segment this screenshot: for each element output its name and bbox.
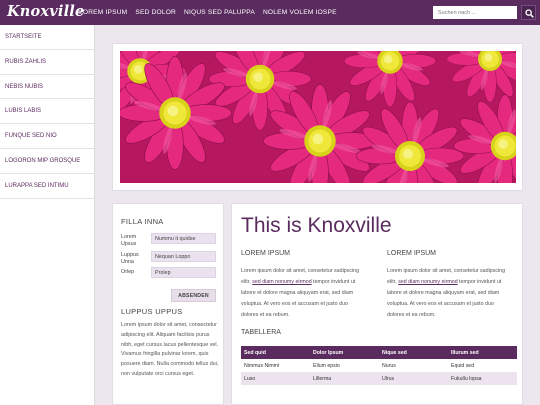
table-cell: Nimmus Nimmi — [241, 359, 310, 372]
filter-panel: FILLA INNA Lorem Upsus Luppus Unna Orlep… — [112, 203, 224, 405]
sidebar-item-funque-sed-nio[interactable]: FUNQUE SED NIO — [0, 124, 94, 149]
sidebar-item-startseite[interactable]: STARTSEITE — [0, 25, 94, 50]
submit-button[interactable]: ABSENDEN — [171, 289, 216, 302]
sidebar-item-lurappa-sed-intimu[interactable]: LURAPPA SED INTIMU — [0, 174, 94, 199]
hero-image — [120, 51, 516, 183]
table-cell: Ulrus — [379, 372, 448, 385]
column-text: Lorem ipsum dolor sit amet, consetetur s… — [387, 268, 506, 318]
field-label: Orlep — [121, 269, 135, 275]
text-link[interactable]: sed diam nonumy eirmod — [398, 279, 457, 285]
field-label: Luppus Unna — [121, 252, 139, 265]
orlep-field[interactable] — [151, 267, 216, 278]
hero-frame — [112, 43, 523, 191]
sidebar-item-logoron-mip-grosque[interactable]: LOGORON MIP GROSQUE — [0, 149, 94, 174]
field-label: Lorem Upsus — [121, 234, 137, 247]
main-nav: LOREM IPSUM SED DOLOR NIQUS SED PALUPPA … — [75, 0, 341, 25]
table-header: Nique sed — [379, 346, 448, 359]
section-text: Lorem ipsum dolor sit amet, consectetur … — [121, 322, 219, 377]
data-table: Sed quid Dolor Ipsum Nique sed Illurum s… — [241, 346, 517, 385]
table-row: Nimmus Nimmi Ellum epsio Nurus Equid sed — [241, 359, 517, 372]
column-heading: LOREM IPSUM — [387, 250, 437, 257]
text-link[interactable]: sed diam nonumy eirmod — [252, 279, 311, 285]
search-button[interactable] — [521, 5, 536, 20]
table-row: Luso Lillerma Ulrus Fukullu lopsa — [241, 372, 517, 385]
table-cell: Fukullu lopsa — [448, 372, 517, 385]
filter-title: FILLA INNA — [121, 217, 164, 226]
lorem-upsus-field[interactable] — [151, 233, 216, 244]
sidebar-item-nebis-nubis[interactable]: NEBIS NUBIS — [0, 75, 94, 100]
table-header: Sed quid — [241, 346, 310, 359]
section-title: LUPPUS UPPUS — [121, 307, 183, 316]
page-title: This is Knoxville — [241, 214, 392, 237]
table-cell: Nurus — [379, 359, 448, 372]
search-input[interactable] — [433, 6, 517, 19]
table-cell: Luso — [241, 372, 310, 385]
site-logo[interactable]: Knoxville — [7, 3, 84, 20]
sidebar-item-rubis-zahlis[interactable]: RUBIS ZAHLIS — [0, 50, 94, 75]
nav-item-sed-dolor[interactable]: SED DOLOR — [131, 0, 180, 25]
table-cell: Equid sed — [448, 359, 517, 372]
table-heading: TABELLERA — [241, 329, 281, 336]
top-bar: Knoxville LOREM IPSUM SED DOLOR NIQUS SE… — [0, 0, 540, 25]
nav-item-nolem-volem-iospe[interactable]: NOLEM VOLEM IOSPE — [259, 0, 341, 25]
table-cell: Ellum epsio — [310, 359, 379, 372]
table-cell: Lillerma — [310, 372, 379, 385]
nav-item-niqus-sed-paluppa[interactable]: NIQUS SED PALUPPA — [180, 0, 259, 25]
table-header: Illurum sed — [448, 346, 517, 359]
sidebar-item-lubis-labis[interactable]: LUBIS LABIS — [0, 99, 94, 125]
column-text: Lorem ipsum dolor sit amet, consetetur s… — [241, 268, 360, 318]
table-header-row: Sed quid Dolor Ipsum Nique sed Illurum s… — [241, 346, 517, 359]
nav-item-lorem-ipsum[interactable]: LOREM IPSUM — [75, 0, 131, 25]
luppus-unna-field[interactable] — [151, 251, 216, 262]
column-heading: LOREM IPSUM — [241, 250, 291, 257]
search-icon — [525, 9, 534, 18]
table-header: Dolor Ipsum — [310, 346, 379, 359]
sidebar: STARTSEITE RUBIS ZAHLIS NEBIS NUBIS LUBI… — [0, 25, 95, 405]
main-content: This is Knoxville LOREM IPSUM Lorem ipsu… — [231, 203, 523, 405]
